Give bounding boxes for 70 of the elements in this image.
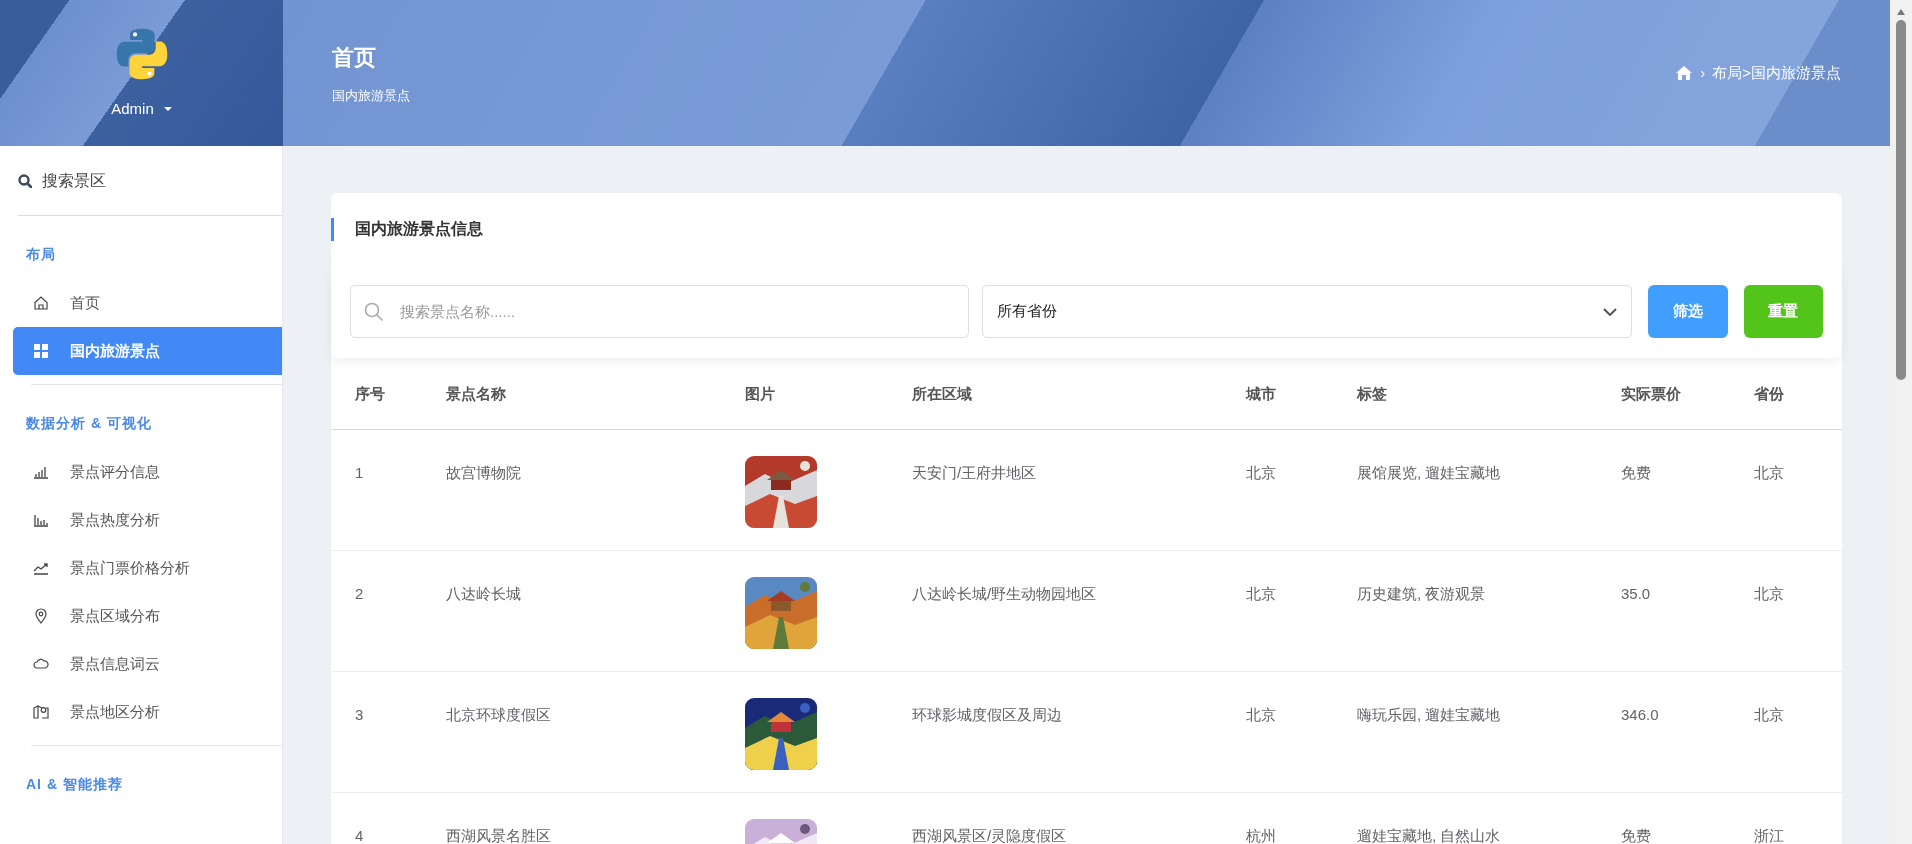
- cloud-icon: [33, 656, 49, 672]
- table-cell: 历史建筑, 夜游观景: [1357, 585, 1486, 602]
- column-header: 省份: [1754, 384, 1784, 402]
- menu-item[interactable]: 景点热度分析: [13, 496, 282, 544]
- table-cell: 北京: [1754, 464, 1784, 481]
- table-cell: 346.0: [1621, 706, 1659, 723]
- table-cell: 北京环球度假区: [446, 706, 551, 723]
- section-heading: AI & 智能推荐: [25, 775, 124, 794]
- table-cell: 北京: [1754, 585, 1784, 602]
- map-icon: [33, 704, 49, 720]
- table-cell: 西湖风景区/灵隐度假区: [912, 827, 1067, 844]
- table-cell: 1: [355, 464, 364, 481]
- line-chart-icon: [33, 560, 49, 576]
- map-pin-icon: [33, 608, 49, 624]
- menu-item[interactable]: 景点评分信息: [13, 448, 282, 496]
- province-select[interactable]: 所有省份: [982, 285, 1632, 338]
- table-cell: 北京: [1246, 464, 1276, 481]
- table-cell: 3: [355, 706, 364, 723]
- page-subtitle: 国内旅游景点: [332, 86, 410, 105]
- table-cell: 八达岭长城: [446, 585, 521, 602]
- card-title: 国内旅游景点信息: [355, 219, 483, 239]
- column-header: 所在区域: [912, 384, 972, 402]
- menu-item[interactable]: 景点门票价格分析: [13, 544, 282, 592]
- table-cell: 4: [355, 827, 364, 844]
- column-header: 景点名称: [446, 384, 506, 402]
- table-cell: 北京: [1246, 706, 1276, 723]
- menu-item[interactable]: 首页: [13, 279, 282, 327]
- table-cell: 遛娃宝藏地, 自然山水: [1357, 827, 1501, 844]
- column-header: 实际票价: [1621, 384, 1681, 402]
- menu-item[interactable]: 景点区域分布: [13, 592, 282, 640]
- section-heading: 数据分析 & 可视化: [25, 414, 153, 433]
- home-icon: [33, 295, 49, 311]
- table-cell: 八达岭长城/野生动物园地区: [912, 585, 1097, 602]
- column-header: 标签: [1357, 384, 1387, 402]
- column-header: 图片: [745, 384, 775, 402]
- table-cell: 免费: [1621, 464, 1651, 481]
- table-cell: 35.0: [1621, 585, 1651, 602]
- breadcrumb-separator: ›: [1700, 62, 1706, 83]
- menu-item[interactable]: 景点信息词云: [13, 640, 282, 688]
- user-name[interactable]: Admin: [111, 97, 154, 121]
- table-cell: 杭州: [1246, 827, 1276, 844]
- bar-chart-icon: [33, 464, 49, 480]
- section-heading: 布局: [25, 245, 57, 264]
- scrollbar[interactable]: [1890, 0, 1912, 844]
- column-header: 序号: [355, 384, 385, 402]
- table-cell: 展馆展览, 遛娃宝藏地: [1357, 464, 1501, 481]
- table-cell: 天安门/王府井地区: [912, 464, 1037, 481]
- search-icon: [364, 302, 383, 321]
- scrollbar-thumb[interactable]: [1896, 20, 1906, 380]
- caret-icon: [163, 107, 172, 111]
- column-header: 城市: [1246, 384, 1276, 402]
- home-icon: [1675, 65, 1694, 81]
- table-cell: 浙江: [1754, 827, 1784, 844]
- page-title: 首页: [332, 43, 377, 72]
- chevron-down-icon: [1603, 307, 1617, 316]
- scroll-up-icon[interactable]: [1896, 8, 1906, 16]
- table-cell: 故宫博物院: [446, 464, 521, 481]
- search-field[interactable]: 搜索景点名称......: [350, 285, 969, 338]
- table-cell: 嗨玩乐园, 遛娃宝藏地: [1357, 706, 1501, 723]
- grid-icon: [33, 343, 49, 359]
- table-cell: 西湖风景名胜区: [446, 827, 551, 844]
- sidebar-search-field[interactable]: 搜索景区: [42, 168, 242, 193]
- table-cell: 2: [355, 585, 364, 602]
- table-cell: 环球影城度假区及周边: [912, 706, 1062, 723]
- table-cell: 北京: [1246, 585, 1276, 602]
- bar-chart-icon: [33, 512, 49, 528]
- menu-item[interactable]: 景点地区分析: [13, 688, 282, 736]
- table-cell: 北京: [1754, 706, 1784, 723]
- table-cell: 免费: [1621, 827, 1651, 844]
- search-icon: [18, 173, 32, 188]
